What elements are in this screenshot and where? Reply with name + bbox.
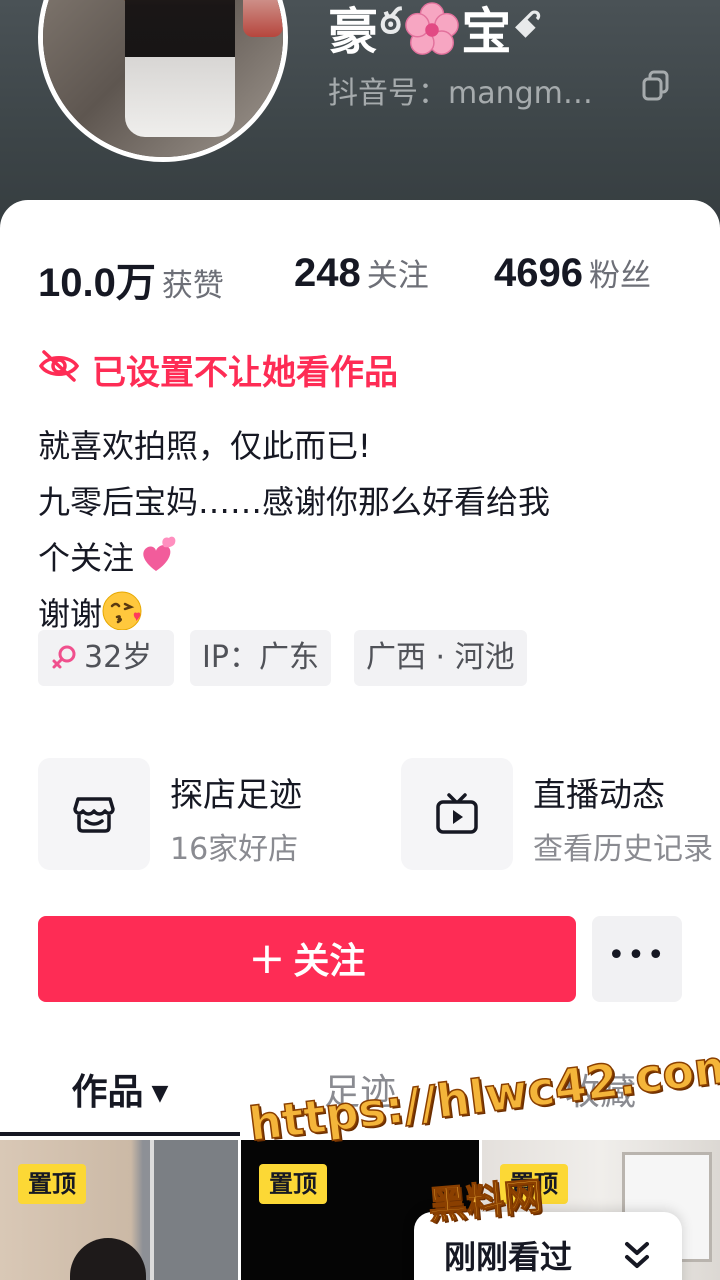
- recently-viewed-label: 刚刚看过: [444, 1238, 573, 1276]
- bio: 就喜欢拍照，仅此而已! 九零后宝妈……感谢你那么好看给我 个关注 谢谢: [38, 418, 688, 642]
- stat-following[interactable]: 248 关注: [294, 250, 429, 296]
- bio-line: 九零后宝妈……感谢你那么好看给我: [38, 483, 551, 521]
- video-thumbnail[interactable]: 置顶: [0, 1140, 238, 1280]
- stat-likes[interactable]: 10.0万 获赞: [38, 250, 224, 308]
- bio-line: 个关注: [38, 530, 688, 586]
- stats-row: 10.0万 获赞 248 关注 4696 粉丝: [38, 250, 688, 305]
- two-hearts-emoji-icon: [143, 536, 176, 571]
- tag-age-text: 32岁: [84, 640, 153, 675]
- thumbnail-door: [150, 1140, 238, 1280]
- shop-icon: [73, 797, 115, 833]
- shop-icon-box: [38, 758, 150, 870]
- tag-location: 广西 · 河池: [354, 630, 527, 686]
- shop-visits-title: 探店足迹: [170, 775, 302, 814]
- eye-hidden-icon: [38, 350, 80, 382]
- tag-ip: IP：广东: [190, 630, 331, 686]
- stat-label: 获赞: [161, 268, 224, 304]
- live-history-title: 直播动态: [533, 775, 665, 814]
- bio-text: 谢谢: [38, 595, 103, 633]
- stat-value: 4696: [494, 251, 583, 295]
- follow-label: 关注: [293, 941, 366, 982]
- stat-followers[interactable]: 4696 粉丝: [494, 250, 651, 296]
- follow-button[interactable]: + 关注: [38, 916, 576, 1002]
- flower-icon: [405, 1, 460, 55]
- bio-text: 个关注: [38, 539, 135, 577]
- kiss-emoji-icon: [102, 591, 142, 631]
- watermark-name: 黑料网: [426, 1174, 545, 1229]
- swirl-icon: ఠ: [380, 0, 404, 42]
- nickname-prefix: 豪: [328, 3, 380, 61]
- tag-age: 32岁: [38, 630, 174, 686]
- nickname: 豪ఠ 宝ꗃ: [328, 0, 544, 65]
- stat-value: 10.0万: [38, 261, 156, 305]
- female-icon: [52, 645, 76, 669]
- shop-visits-entry[interactable]: 探店足迹 16家好店: [38, 758, 368, 870]
- stat-value: 248: [294, 251, 361, 295]
- shop-visits-subtitle: 16家好店: [170, 832, 299, 867]
- bio-line: 就喜欢拍照，仅此而已!: [38, 427, 371, 465]
- avatar-person: [125, 0, 235, 137]
- privacy-text: 已设置不让她看作品: [92, 353, 398, 393]
- plus-icon: +: [248, 933, 286, 984]
- douyin-id: 抖音号：mangm…: [328, 76, 593, 111]
- tv-icon: [436, 793, 478, 834]
- tab-label: 作品: [71, 1072, 144, 1113]
- tv-icon-box: [401, 758, 513, 870]
- stat-label: 粉丝: [588, 258, 651, 294]
- stat-label: 关注: [366, 258, 429, 294]
- nickname-suffix: 宝: [461, 3, 514, 61]
- live-history-subtitle: 查看历史记录: [533, 832, 713, 867]
- avatar[interactable]: [38, 0, 288, 162]
- pinned-badge: 置顶: [18, 1164, 86, 1204]
- swirl-icon: ꗃ: [513, 4, 545, 46]
- live-history-entry[interactable]: 直播动态 查看历史记录: [401, 758, 720, 870]
- pinned-badge: 置顶: [259, 1164, 327, 1204]
- more-button[interactable]: •••: [592, 916, 682, 1002]
- caret-down-icon: ▼: [151, 1081, 169, 1106]
- thumbnail-person: [70, 1238, 146, 1280]
- tab-works[interactable]: 作品 ▼: [0, 1060, 240, 1127]
- copy-icon[interactable]: [642, 70, 670, 102]
- active-tab-indicator: [0, 1132, 240, 1136]
- avatar-decor: [243, 0, 283, 37]
- double-chevron-down-icon: [625, 1242, 649, 1268]
